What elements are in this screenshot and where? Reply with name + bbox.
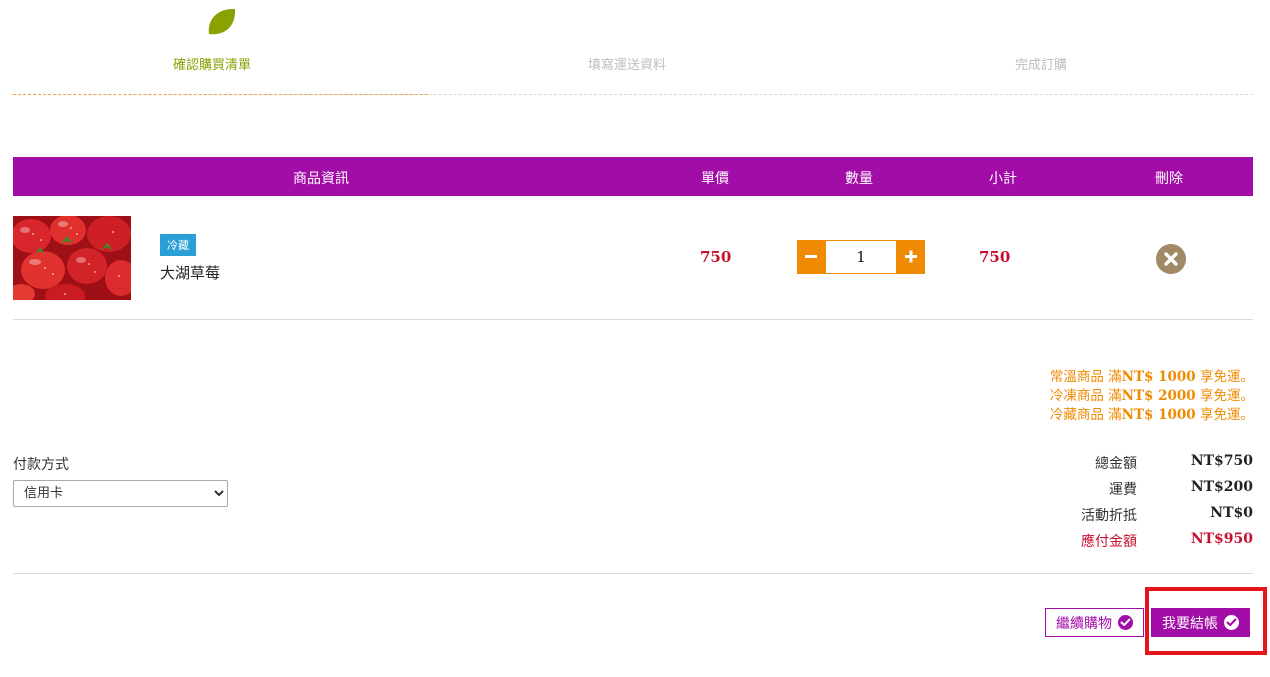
check-circle-icon	[1118, 615, 1133, 630]
unit-price: 750	[700, 248, 732, 266]
quantity-increase-button[interactable]	[897, 240, 925, 274]
check-circle-icon	[1224, 615, 1239, 630]
header-product-info: 商品資訊	[293, 171, 349, 187]
quantity-input[interactable]	[825, 240, 897, 274]
checkout-label: 我要結帳	[1162, 615, 1218, 632]
discount-value: NT$0	[1210, 505, 1253, 521]
total-value: NT$750	[1190, 453, 1253, 469]
minus-icon	[805, 255, 817, 258]
discount-label: 活動折抵	[1081, 508, 1137, 524]
header-delete: 刪除	[1155, 171, 1183, 187]
note-ambient: 常溫商品 滿NT$ 1000 享免運。	[1049, 369, 1254, 385]
cart-table-header: 商品資訊 單價 數量 小計 刪除	[13, 157, 1253, 196]
storage-tag: 冷藏	[160, 234, 196, 256]
step-complete-order: 完成訂購	[1015, 58, 1068, 73]
plus-icon	[905, 250, 917, 263]
item-subtotal: 750	[979, 248, 1011, 266]
header-unit-price: 單價	[701, 171, 729, 187]
strawberries-photo	[13, 216, 131, 300]
checkout-button[interactable]: 我要結帳	[1151, 608, 1250, 637]
order-totals: 總金額 NT$750 運費 NT$200 活動折抵 NT$0 應付金額 NT$9…	[900, 453, 1253, 557]
continue-shopping-button[interactable]: 繼續購物	[1045, 608, 1144, 637]
close-circle-icon	[1164, 252, 1178, 266]
payment-method-select[interactable]: 信用卡	[13, 480, 228, 507]
free-shipping-notes: 常溫商品 滿NT$ 1000 享免運。 冷凍商品 滿NT$ 2000 享免運。 …	[1050, 368, 1254, 425]
note-chilled: 冷藏商品 滿NT$ 1000 享免運。	[1049, 407, 1254, 423]
step-shipping-info: 填寫運送資料	[588, 58, 667, 73]
note-frozen: 冷凍商品 滿NT$ 2000 享免運。	[1049, 388, 1254, 404]
quantity-decrease-button[interactable]	[797, 240, 825, 274]
product-name[interactable]: 大湖草莓	[160, 262, 220, 283]
header-subtotal: 小計	[989, 171, 1017, 187]
total-label: 總金額	[1095, 456, 1137, 472]
delete-item-button[interactable]	[1156, 244, 1186, 274]
shipping-fee-value: NT$200	[1190, 479, 1253, 495]
section-divider	[13, 573, 1253, 574]
leaf-icon	[208, 8, 236, 35]
cart-item-row: 冷藏 大湖草莓 750 750	[13, 196, 1253, 320]
amount-payable-value: NT$950	[1190, 531, 1253, 547]
amount-payable-label: 應付金額	[1081, 534, 1137, 550]
steps-progress-line	[13, 94, 428, 95]
shipping-fee-label: 運費	[1109, 482, 1137, 498]
step-confirm-cart: 確認購買清單	[173, 58, 252, 73]
payment-method-label: 付款方式	[13, 457, 69, 473]
checkout-steps: 確認購買清單 填寫運送資料 完成訂購	[13, 0, 1253, 96]
quantity-stepper	[797, 240, 925, 274]
header-quantity: 數量	[845, 171, 873, 187]
continue-shopping-label: 繼續購物	[1056, 615, 1112, 632]
